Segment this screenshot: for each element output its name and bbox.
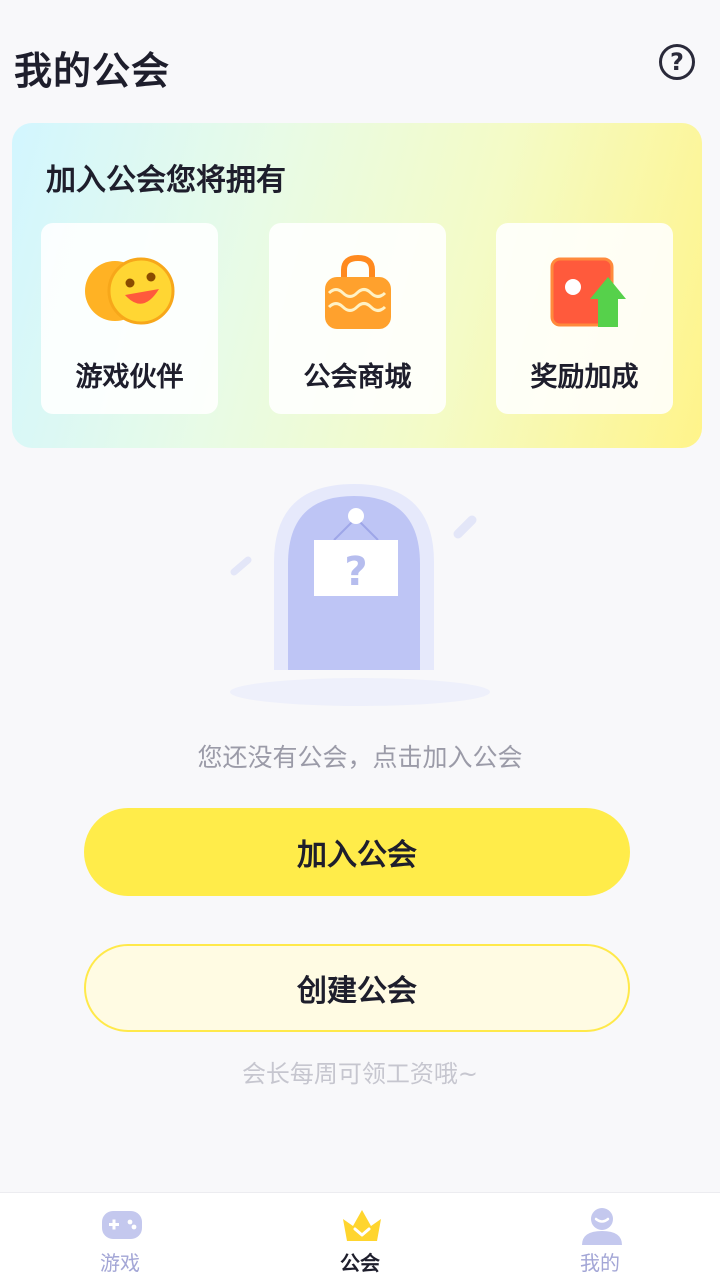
gamepad-icon — [102, 1211, 142, 1239]
crown-icon — [343, 1210, 381, 1241]
tab-guild[interactable]: 公会 — [240, 1193, 480, 1281]
page-title: 我的公会 — [14, 49, 171, 93]
shopping-bag-icon — [325, 254, 391, 329]
benefit-label: 奖励加成 — [530, 362, 639, 393]
svg-text:?: ? — [344, 549, 367, 595]
benefit-label: 公会商城 — [303, 362, 412, 393]
tab-mine[interactable]: 我的 — [480, 1193, 720, 1281]
join-guild-button[interactable]: 加入公会 — [84, 808, 630, 896]
question-circle-icon: ? — [670, 48, 684, 76]
tab-label: 公会 — [340, 1251, 380, 1275]
bottom-tab-bar: 游戏 公会 我的 — [0, 1192, 720, 1281]
question-door-icon: ? — [230, 484, 490, 706]
benefit-reward-boost[interactable]: 奖励加成 — [496, 223, 673, 414]
tab-label: 游戏 — [100, 1251, 140, 1275]
benefits-title: 加入公会您将拥有 — [46, 163, 286, 198]
tab-games[interactable]: 游戏 — [0, 1193, 240, 1281]
create-guild-button[interactable]: 创建公会 — [84, 944, 630, 1032]
benefits-card: 加入公会您将拥有 游戏伙伴 公会商城 奖励加成 — [12, 123, 702, 448]
salary-hint: 会长每周可领工资哦~ — [241, 1060, 479, 1088]
reward-boost-icon — [550, 257, 626, 327]
smiley-faces-icon — [85, 257, 175, 325]
help-button[interactable]: ? — [659, 44, 695, 80]
empty-state-message: 您还没有公会，点击加入公会 — [197, 743, 523, 772]
user-icon — [582, 1208, 622, 1245]
benefit-guild-shop[interactable]: 公会商城 — [269, 223, 446, 414]
benefit-label: 游戏伙伴 — [75, 362, 184, 393]
benefit-game-partner[interactable]: 游戏伙伴 — [41, 223, 218, 414]
tab-label: 我的 — [580, 1251, 620, 1275]
